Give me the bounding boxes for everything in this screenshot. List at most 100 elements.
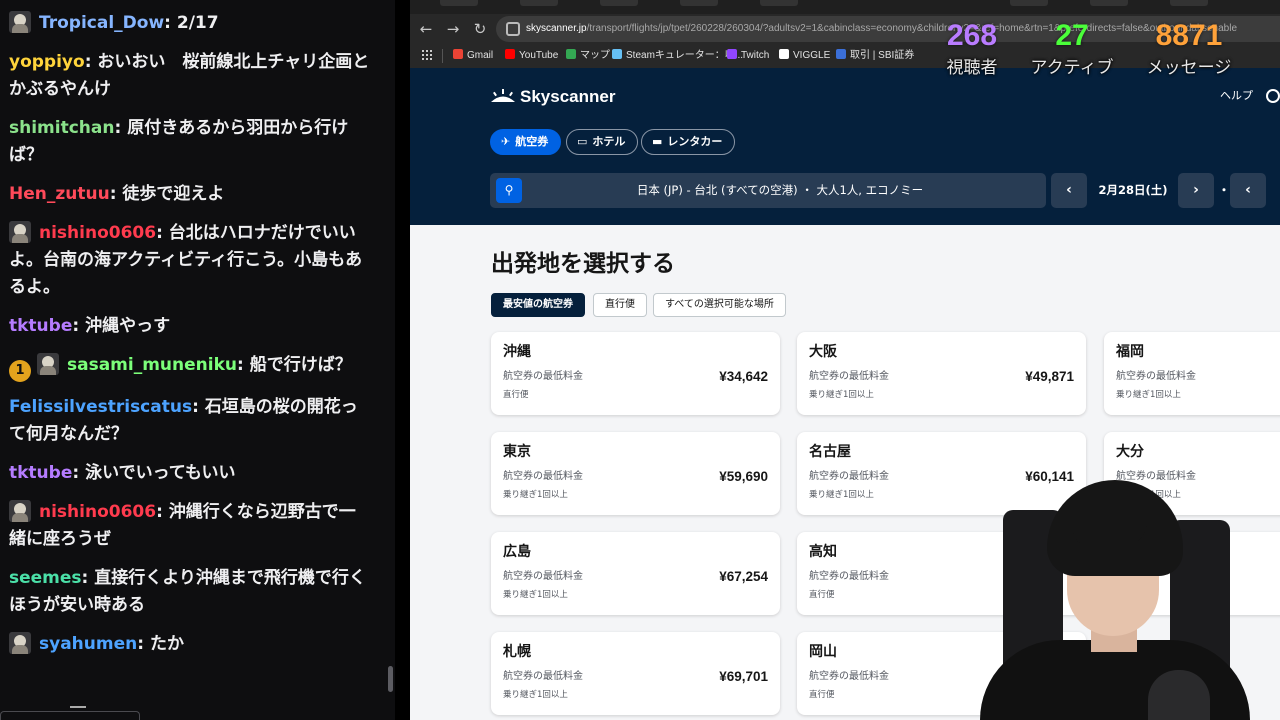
destination-card[interactable]: 東京 航空券の最低料金 乗り継ぎ1回以上 ¥59,690 <box>491 432 780 515</box>
chat-panel: Tropical_Dow: 2/17 yoppiyo: おいおい 桜前線北上チャリ… <box>0 0 395 720</box>
chat-username[interactable]: seemes <box>9 568 82 588</box>
active-count: 27 <box>1055 19 1089 52</box>
filter-chip[interactable]: すべての選択可能な場所 <box>653 293 786 317</box>
chat-message[interactable]: nishino0606: 台北はハロナだけでいいよ。台南の海アクティビティ行こう… <box>0 216 380 309</box>
next-date-button[interactable]: › <box>1178 173 1214 208</box>
car-icon: ▬ <box>652 135 663 148</box>
chat-message[interactable]: nishino0606: 沖縄行くなら辺野古で一緒に座ろうぜ <box>0 495 380 561</box>
chat-message[interactable]: Tropical_Dow: 2/17 <box>0 6 380 45</box>
tab[interactable] <box>520 0 558 6</box>
user-avatar-icon <box>9 11 31 33</box>
message-label: メッセージ <box>1146 58 1232 78</box>
destination-card[interactable]: 大阪 航空券の最低料金 乗り継ぎ1回以上 ¥49,871 <box>797 332 1086 415</box>
bookmark-item[interactable]: VIGGLE <box>779 49 830 63</box>
chat-message[interactable]: 1 sasami_muneniku: 船で行けば？ <box>0 348 380 390</box>
tab[interactable] <box>1010 0 1048 6</box>
chat-message[interactable]: seemes: 直接行くより沖縄まで飛行機で行くほうが安い時ある <box>0 561 380 627</box>
chat-username[interactable]: Felissilvestriscatus <box>9 397 192 417</box>
lowest-price: ¥67,254 <box>719 569 768 584</box>
filter-chip[interactable]: 直行便 <box>593 293 647 317</box>
tab-car-hire[interactable]: ▬ レンタカー <box>641 129 736 155</box>
filter-chip[interactable]: 最安値の航空券 <box>491 293 585 317</box>
apps-grid-icon[interactable] <box>422 50 432 60</box>
flight-type: 直行便 <box>503 390 529 400</box>
forward-button[interactable]: → <box>443 19 463 39</box>
tab[interactable] <box>440 0 478 6</box>
destination-card[interactable]: 札幌 航空券の最低料金 乗り継ぎ1回以上 ¥69,701 <box>491 632 780 715</box>
tab[interactable] <box>600 0 638 6</box>
bookmark-label: YouTube <box>519 50 559 61</box>
destination-city: 広島 <box>503 544 531 560</box>
price-caption: 航空券の最低料金 <box>1116 371 1196 382</box>
chat-username[interactable]: nishino0606 <box>39 223 156 243</box>
chat-username[interactable]: tktube <box>9 316 72 336</box>
bookmark-item[interactable]: 取引 | SBI証券 <box>836 49 914 63</box>
tab[interactable] <box>760 0 798 6</box>
tab-label: 航空券 <box>515 135 549 148</box>
chat-message[interactable]: Hen_zutuu: 徒歩で迎えよ <box>0 177 380 216</box>
webcam-overlay <box>955 470 1265 720</box>
url-text[interactable]: skyscanner.jp/transport/flights/jp/tpet/… <box>526 20 1237 38</box>
site-info-icon[interactable] <box>506 22 520 36</box>
skyscanner-logo[interactable]: Skyscanner <box>490 86 615 108</box>
chat-colon: : <box>156 223 169 243</box>
bookmark-favicon-icon <box>505 49 515 59</box>
destination-card[interactable]: 沖縄 航空券の最低料金 直行便 ¥34,642 <box>491 332 780 415</box>
chat-message[interactable]: tktube: 泳いでいってもいい <box>0 456 380 495</box>
bookmark-item[interactable]: Twitch <box>727 49 769 63</box>
tab-hotels[interactable]: ▭ ホテル <box>566 129 639 155</box>
search-summary[interactable]: ⚲ 日本 (JP) - 台北 (すべての空港) ・ 大人1人, エコノミー <box>490 173 1046 208</box>
chat-colon: : <box>72 463 86 483</box>
chat-message[interactable]: tktube: 沖縄やっす <box>0 309 380 348</box>
chat-colon: : <box>109 184 123 204</box>
tab[interactable] <box>1090 0 1128 6</box>
bookmark-favicon-icon <box>566 49 576 59</box>
bookmark-label: マップ <box>580 50 610 61</box>
bookmark-label: Steamキュレーター：収... <box>626 50 744 61</box>
bookmark-item[interactable]: マップ <box>566 49 610 63</box>
prev-return-date-button[interactable]: ‹ <box>1230 173 1266 208</box>
bookmark-favicon-icon <box>612 49 622 59</box>
chat-text: 2/17 <box>176 13 219 33</box>
microphone-shape <box>1148 670 1210 720</box>
chat-message[interactable]: syahumen: たか <box>0 627 380 666</box>
chat-username[interactable]: sasami_muneniku <box>67 355 237 375</box>
tab-strip[interactable] <box>410 0 1280 14</box>
back-button[interactable]: ← <box>416 19 436 39</box>
tab[interactable] <box>1170 0 1208 6</box>
logo-text: Skyscanner <box>520 87 616 106</box>
chat-message-list[interactable]: Tropical_Dow: 2/17 yoppiyo: おいおい 桜前線北上チャリ… <box>0 6 380 666</box>
chat-message[interactable]: yoppiyo: おいおい 桜前線北上チャリ企画とかぶるやんけ <box>0 45 380 111</box>
page-title: 出発地を選択する <box>491 251 675 277</box>
chat-message[interactable]: Felissilvestriscatus: 石垣島の桜の開花って何月なんだ？ <box>0 390 380 456</box>
chat-username[interactable]: Hen_zutuu <box>9 184 110 204</box>
chat-username[interactable]: shimitchan <box>9 118 114 138</box>
prev-date-button[interactable]: ‹ <box>1051 173 1087 208</box>
bookmark-item[interactable]: Steamキュレーター：収... <box>612 49 743 63</box>
chat-scrollbar[interactable] <box>388 666 393 692</box>
globe-icon[interactable] <box>1266 89 1280 103</box>
chat-input-edge[interactable] <box>0 711 140 720</box>
flight-type: 乗り継ぎ1回以上 <box>503 590 568 600</box>
bookmark-label: Gmail <box>467 50 494 61</box>
chat-username[interactable]: Tropical_Dow <box>39 13 164 33</box>
reload-button[interactable]: ↻ <box>470 19 490 39</box>
chat-message[interactable]: shimitchan: 原付きあるから羽田から行けば？ <box>0 111 380 177</box>
destination-city: 大分 <box>1116 444 1144 460</box>
chat-colon: : <box>192 397 205 417</box>
bookmark-item[interactable]: YouTube <box>505 49 558 63</box>
lowest-price: ¥49,871 <box>1025 369 1074 384</box>
tab[interactable] <box>680 0 718 6</box>
destination-card[interactable]: 福岡 航空券の最低料金 乗り継ぎ1回以上 <box>1104 332 1280 415</box>
destination-card[interactable]: 広島 航空券の最低料金 乗り継ぎ1回以上 ¥67,254 <box>491 532 780 615</box>
depart-date[interactable]: 2月28日(土) <box>1098 173 1168 208</box>
chat-username[interactable]: yoppiyo <box>9 52 85 72</box>
chat-username[interactable]: nishino0606 <box>39 502 156 522</box>
tab-flights[interactable]: ✈ 航空券 <box>490 129 562 155</box>
chat-username[interactable]: tktube <box>9 463 72 483</box>
bookmark-favicon-icon <box>779 49 789 59</box>
help-link[interactable]: ヘルプ <box>1220 88 1253 104</box>
site-header: Skyscanner ヘルプ ✈ 航空券 ▭ ホテル ▬ レンタカー ⚲ 日本 (JP) … <box>410 68 1280 225</box>
bookmark-item[interactable]: Gmail <box>453 49 493 63</box>
chat-username[interactable]: syahumen <box>39 634 137 654</box>
